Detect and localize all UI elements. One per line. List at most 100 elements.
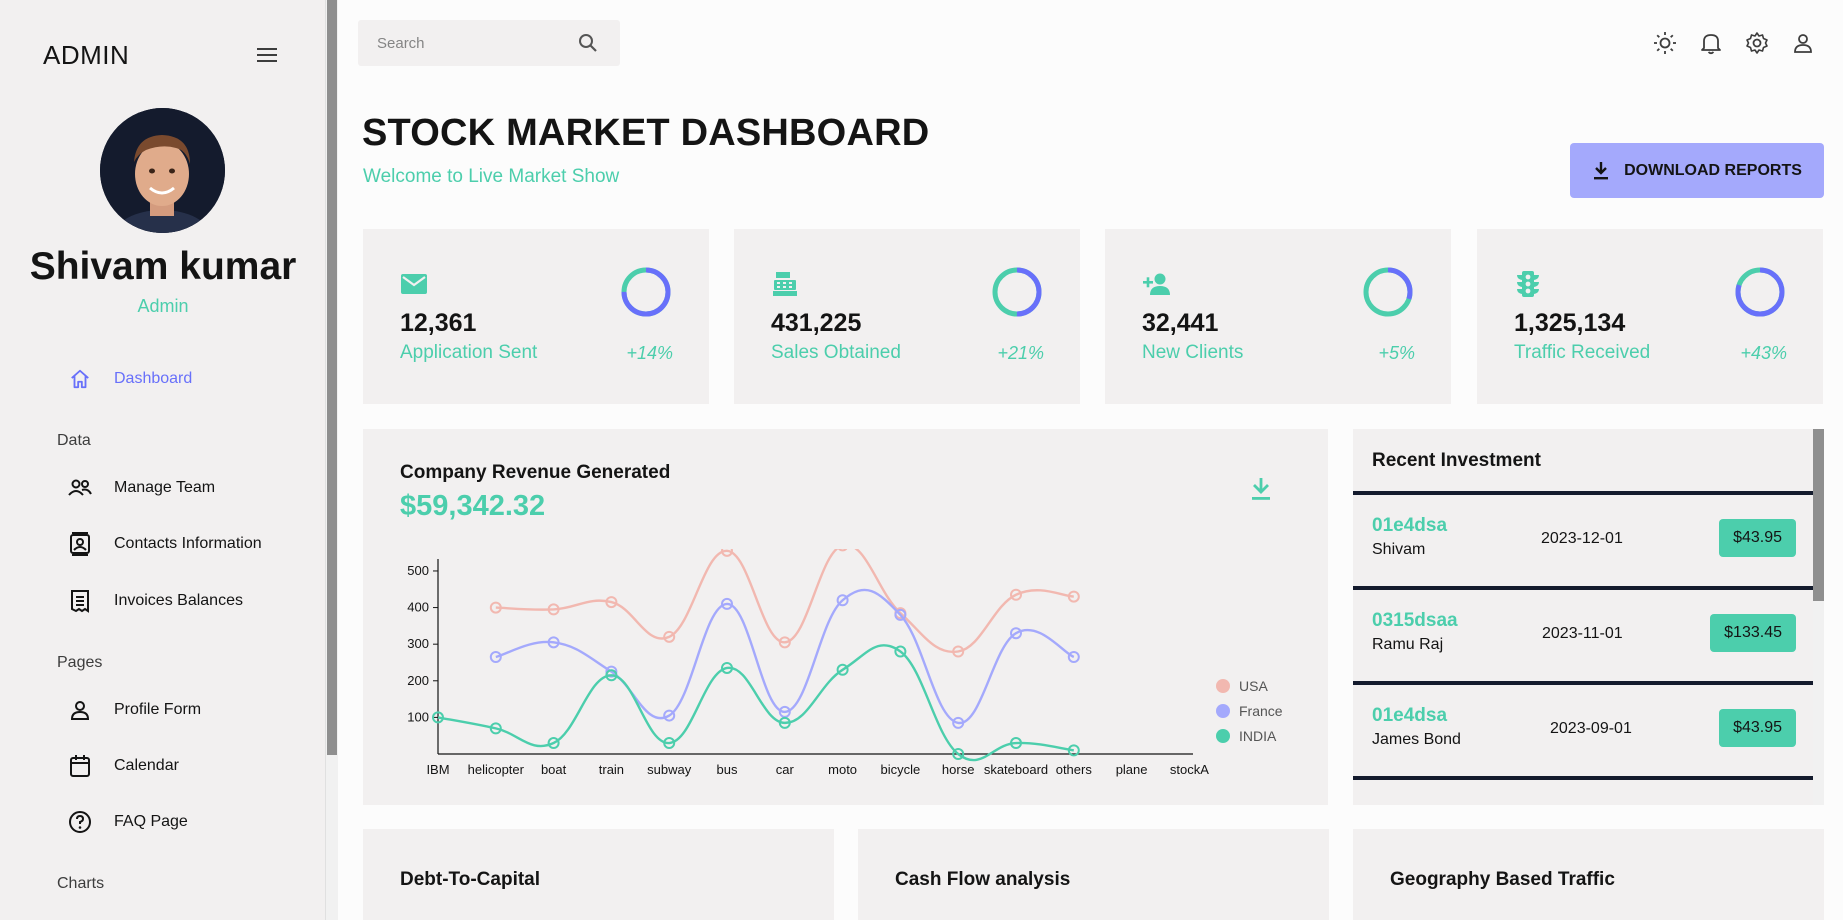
panel-title: Geography Based Traffic (1390, 869, 1615, 890)
settings-icon (1746, 32, 1768, 54)
avatar-portrait-icon (100, 108, 225, 233)
legend-marker (1216, 729, 1230, 743)
legend-marker (1216, 704, 1230, 718)
search-button[interactable] (568, 23, 608, 63)
panel-title: Cash Flow analysis (895, 869, 1071, 890)
investment-amount-badge: $43.95 (1719, 709, 1796, 747)
investment-date: 2023-09-01 (1550, 720, 1632, 737)
sidebar-item-contacts[interactable]: Contacts Information (65, 529, 262, 559)
sidebar-item-label: Contacts Information (114, 535, 262, 552)
sidebar-item-dashboard[interactable]: Dashboard (65, 364, 192, 394)
stat-label: Sales Obtained (771, 342, 901, 363)
download-reports-button[interactable]: DOWNLOAD REPORTS (1570, 143, 1824, 198)
download-icon (1252, 478, 1270, 500)
legend-label: France (1239, 703, 1283, 719)
geography-traffic-panel: Geography Based Traffic (1353, 829, 1824, 920)
search-input[interactable] (358, 34, 568, 52)
user-role: Admin (137, 296, 189, 316)
investment-amount-badge: $133.45 (1710, 614, 1796, 652)
legend-marker (1216, 679, 1230, 693)
sidebar-item-label: Manage Team (114, 479, 216, 496)
progress-ring (992, 267, 1042, 317)
revenue-amount: $59,342.32 (400, 490, 546, 522)
investment-id: 0315dsaa (1372, 610, 1458, 631)
investment-user: Shivam (1372, 541, 1426, 558)
stat-card-applications: 12,361 Application Sent +14% (363, 229, 709, 404)
stat-change: +5% (1378, 343, 1415, 363)
panel-title: Debt-To-Capital (400, 869, 541, 890)
notifications-icon (1701, 34, 1721, 55)
stat-change: +21% (997, 343, 1044, 363)
revenue-title: Company Revenue Generated (400, 462, 671, 483)
settings-button[interactable] (1734, 23, 1780, 63)
sidebar-item-label: Invoices Balances (114, 592, 243, 609)
menu-toggle-button[interactable] (251, 39, 283, 71)
investment-user: James Bond (1372, 731, 1461, 748)
brand-title: ADMIN (43, 39, 130, 70)
download-reports-label: DOWNLOAD REPORTS (1624, 161, 1802, 179)
y-tick-label: 500 (407, 563, 429, 578)
investment-scrollbar-thumb[interactable] (1813, 429, 1824, 601)
sidebar-item-label: Calendar (114, 757, 179, 774)
data-point (1067, 650, 1080, 663)
x-tick-label: train (599, 762, 624, 777)
stat-card-traffic: 1,325,134 Traffic Received +43% (1477, 229, 1823, 404)
legend-label: USA (1239, 678, 1268, 694)
x-tick-label: skateboard (984, 762, 1048, 777)
x-tick-label: stockA (1170, 762, 1209, 777)
y-tick-label: 200 (407, 673, 429, 688)
stat-value: 431,225 (771, 309, 862, 337)
user-icon (1794, 34, 1812, 53)
x-tick-label: moto (828, 762, 857, 777)
y-tick-label: 300 (407, 636, 429, 651)
person-icon (65, 695, 95, 725)
sidebar-item-invoices[interactable]: Invoices Balances (65, 586, 243, 616)
stat-value: 1,325,134 (1514, 309, 1626, 337)
legend-label: INDIA (1239, 728, 1277, 744)
traffic-icon (1513, 269, 1543, 299)
investment-row[interactable]: 01e4dsa Shivam 2023-12-01 $43.95 (1353, 495, 1813, 590)
sidebar-item-manage-team[interactable]: Manage Team (65, 473, 215, 503)
sidebar-item-label: Profile Form (114, 701, 202, 718)
revenue-download-button[interactable] (1248, 475, 1278, 505)
sidebar-item-profile[interactable]: Profile Form (65, 695, 201, 725)
download-icon (1592, 161, 1610, 181)
investment-row[interactable]: 0315dsaa Ramu Raj 2023-11-01 $133.45 (1353, 590, 1813, 685)
revenue-panel: Company Revenue Generated $59,342.32 100… (363, 429, 1328, 805)
stat-change: +14% (626, 343, 673, 363)
recent-investment-header: Recent Investment (1353, 429, 1813, 495)
progress-ring (1735, 267, 1785, 317)
contacts-icon (65, 529, 95, 559)
sidebar-scrollbar-thumb[interactable] (327, 0, 337, 755)
sidebar-item-calendar[interactable]: Calendar (65, 751, 179, 781)
investment-scrollbar[interactable] (1813, 429, 1824, 805)
stat-value: 12,361 (400, 309, 477, 337)
home-icon (65, 364, 95, 394)
x-tick-label: car (776, 762, 795, 777)
investment-date: 2023-12-01 (1541, 530, 1623, 547)
person-add-icon (1141, 269, 1171, 299)
sidebar-item-faq[interactable]: FAQ Page (65, 807, 188, 837)
debt-to-capital-panel: Debt-To-Capital (363, 829, 834, 920)
sidebar-scrollbar[interactable] (326, 0, 338, 920)
data-point (837, 549, 848, 552)
page-title: STOCK MARKET DASHBOARD (362, 112, 930, 154)
sidebar-section-data: Data (57, 432, 91, 449)
notifications-button[interactable] (1688, 23, 1734, 63)
sidebar-item-label: FAQ Page (114, 813, 188, 830)
x-tick-label: subway (647, 762, 692, 777)
light-mode-button[interactable] (1642, 23, 1688, 63)
stat-card-sales: 431,225 Sales Obtained +21% (734, 229, 1080, 404)
investment-row[interactable]: 01e4dsa James Bond 2023-09-01 $43.95 (1353, 685, 1813, 780)
sidebar-section-pages: Pages (57, 654, 103, 671)
x-tick-label: bus (717, 762, 738, 777)
hamburger-menu-icon (257, 48, 277, 62)
sidebar-item-label: Dashboard (114, 370, 193, 387)
sidebar-header: ADMIN (43, 38, 283, 72)
x-tick-label: horse (942, 762, 975, 777)
y-tick-label: 400 (407, 600, 429, 615)
email-icon (399, 269, 429, 299)
page-subtitle: Welcome to Live Market Show (363, 166, 620, 187)
recent-investment-title: Recent Investment (1372, 450, 1541, 471)
user-button[interactable] (1780, 23, 1826, 63)
